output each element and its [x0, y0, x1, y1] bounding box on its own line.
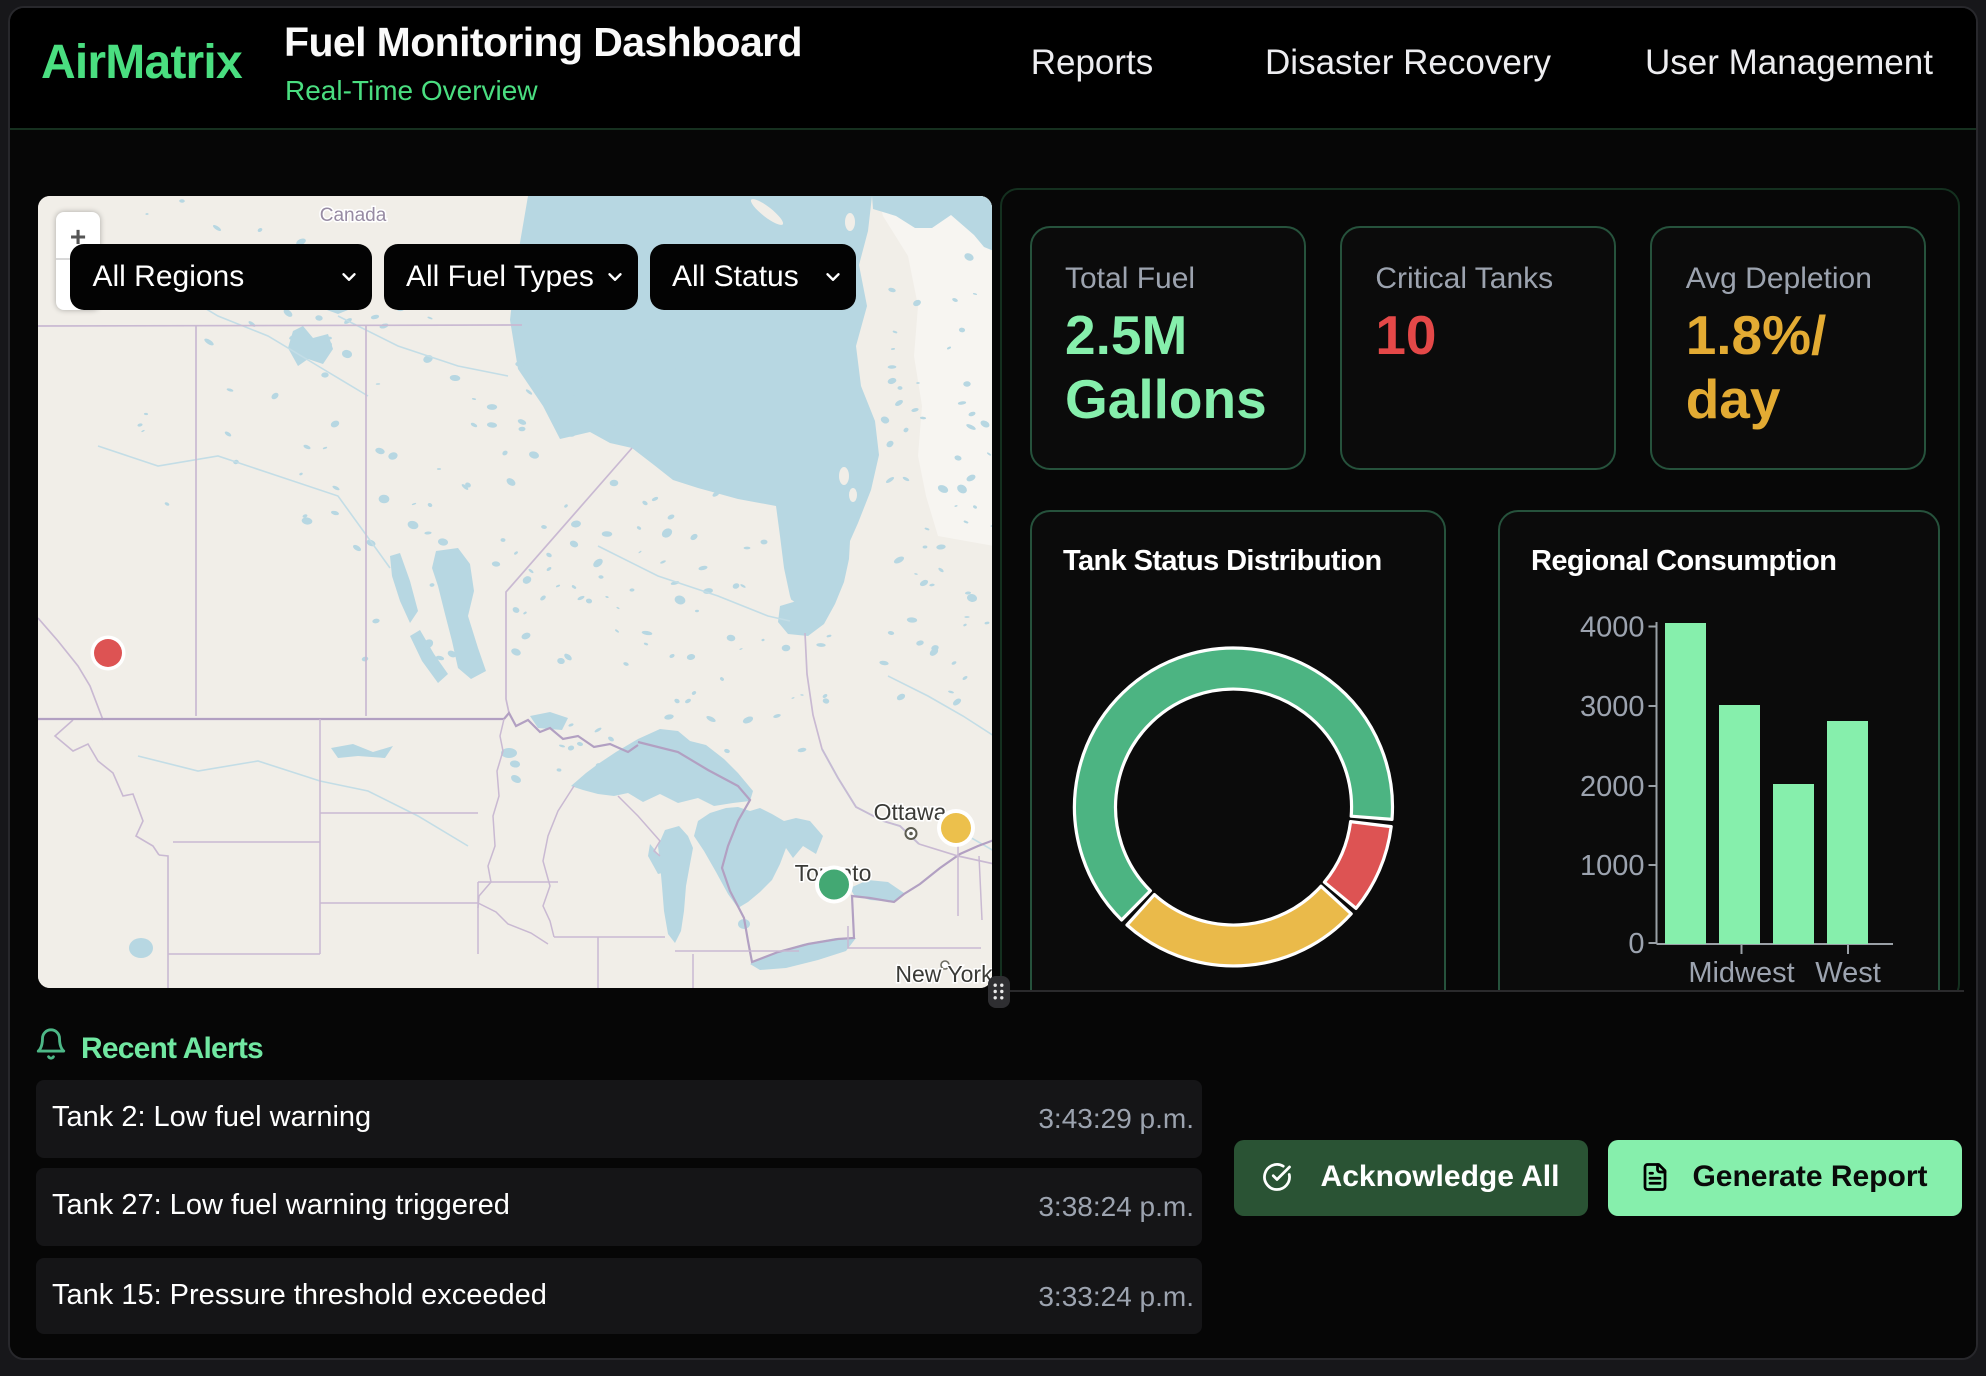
svg-text:0: 0 [1628, 927, 1644, 959]
svg-text:2000: 2000 [1580, 770, 1645, 802]
svg-text:West: West [1815, 956, 1881, 988]
svg-text:Canada: Canada [319, 204, 386, 225]
svg-text:Ottawa: Ottawa [873, 798, 946, 824]
svg-text:Midwest: Midwest [1688, 956, 1794, 988]
svg-text:4000: 4000 [1580, 611, 1645, 643]
svg-text:1000: 1000 [1580, 849, 1645, 881]
svg-text:New York: New York [894, 960, 992, 986]
svg-text:3000: 3000 [1580, 690, 1645, 722]
